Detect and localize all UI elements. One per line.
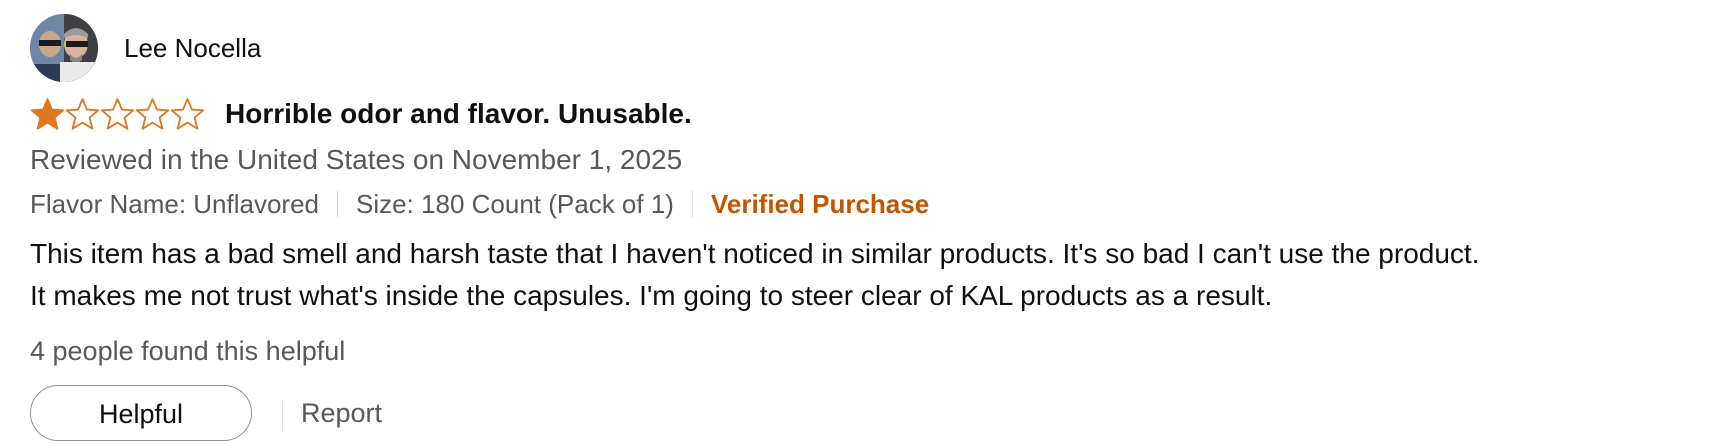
star-empty-icon [100, 97, 135, 131]
flavor-label[interactable]: Flavor Name: Unflavored [30, 189, 319, 220]
size-label[interactable]: Size: 180 Count (Pack of 1) [356, 189, 674, 220]
review-card: Lee Nocella Horrible odor and flavor. Un… [30, 14, 1690, 445]
review-title[interactable]: Horrible odor and flavor. Unusable. [225, 98, 692, 130]
star-empty-icon [65, 97, 100, 131]
helpful-count: 4 people found this helpful [30, 336, 346, 366]
review-body-line: It makes me not trust what's inside the … [30, 280, 1273, 311]
helpful-button[interactable]: Helpful [30, 385, 252, 441]
star-filled-icon [30, 97, 65, 131]
review-body: This item has a bad smell and harsh tast… [30, 233, 1680, 317]
avatar[interactable] [30, 14, 98, 82]
product-format-strip: Flavor Name: Unflavored Size: 180 Count … [30, 185, 1690, 223]
divider [691, 191, 693, 217]
review-actions: Helpful Report [30, 385, 1690, 445]
report-link[interactable]: Report [301, 385, 382, 441]
star-empty-icon [170, 97, 205, 131]
divider [337, 191, 338, 217]
review-date: Reviewed in the United States on Novembe… [30, 144, 683, 175]
reviewer-name[interactable]: Lee Nocella [124, 33, 261, 64]
star-rating[interactable] [30, 97, 205, 131]
review-body-line: This item has a bad smell and harsh tast… [30, 238, 1480, 269]
review-title-row: Horrible odor and flavor. Unusable. [30, 94, 1690, 134]
divider [282, 401, 283, 431]
verified-purchase-badge[interactable]: Verified Purchase [711, 189, 929, 220]
star-empty-icon [135, 97, 170, 131]
reviewer-profile[interactable]: Lee Nocella [30, 14, 1690, 82]
